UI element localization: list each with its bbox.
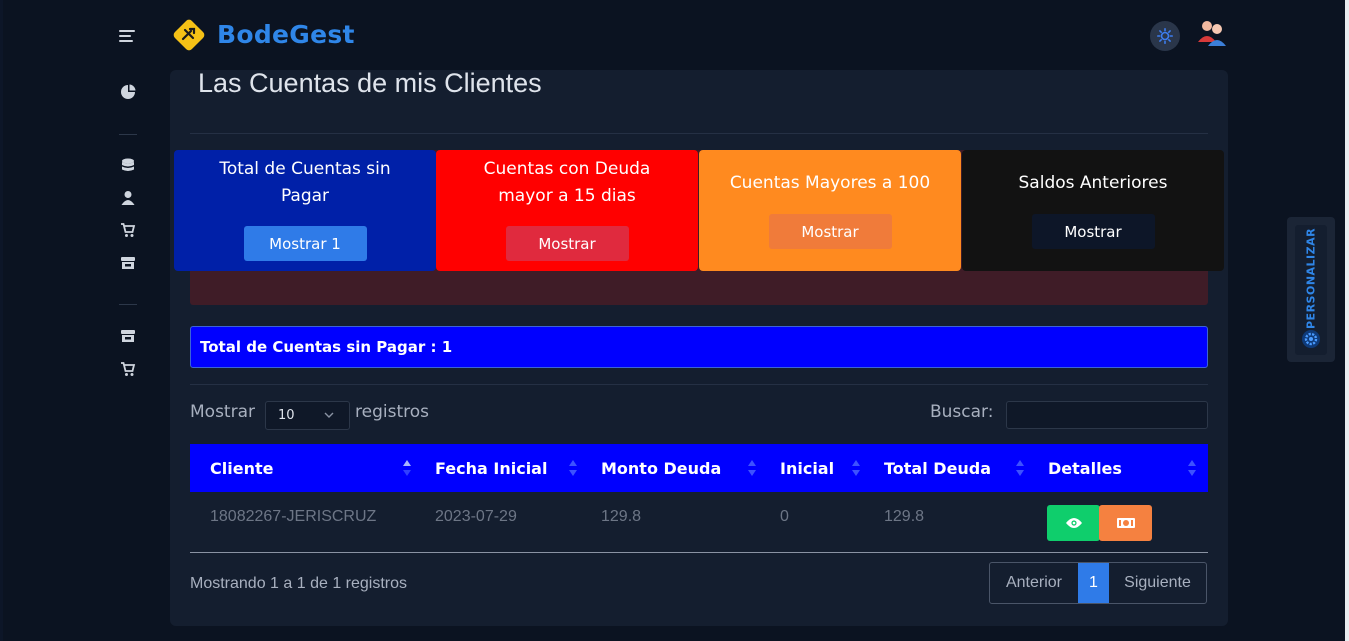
column-header-cliente[interactable]: Cliente [210,444,273,492]
show-unpaid-button[interactable]: Mostrar 1 [243,226,367,261]
user-avatar-icon[interactable] [1195,16,1229,50]
database-icon[interactable] [119,157,137,175]
column-header-total-deuda[interactable]: Total Deuda [884,444,991,492]
sort-icon[interactable] [851,459,861,477]
customize-label: PERSONALIZAR [1304,227,1318,329]
stat-title: Saldos Anteriores [1018,173,1168,193]
chevron-down-icon [324,412,334,418]
page-length-select[interactable]: 10 [265,401,350,430]
customize-panel-toggle[interactable]: PERSONALIZAR [1287,217,1335,362]
theme-toggle-button[interactable] [1150,21,1180,51]
sort-icon[interactable] [1187,459,1197,477]
store-icon[interactable] [119,327,137,345]
search-label: Buscar: [930,402,994,422]
title-divider [190,133,1208,134]
cell-total: 129.8 [884,508,925,525]
pagination: Anterior 1 Siguiente [989,562,1207,604]
sort-icon[interactable] [747,459,757,477]
sun-icon [1157,28,1173,44]
window-right-edge [1345,0,1349,641]
sort-icon[interactable] [568,459,578,477]
show-previous-balances-button[interactable]: Mostrar [1031,214,1155,249]
eye-icon [1065,518,1082,528]
stat-title: Total de Cuentas sin Pagar [219,159,391,206]
prev-page-button[interactable]: Anterior [990,563,1078,603]
sort-asc-icon[interactable] [402,459,412,477]
table-bottom-border [190,552,1208,553]
column-header-inicial[interactable]: Inicial [780,444,834,492]
records-label: registros [355,402,429,422]
cell-inicial: 0 [780,508,789,525]
store-icon[interactable] [119,254,137,272]
window-left-edge [0,0,3,641]
stat-card-overdue: Cuentas con Deuda mayor a 15 dias Mostra… [436,150,698,271]
column-header-detalles[interactable]: Detalles [1048,444,1122,492]
cell-monto: 129.8 [601,508,642,525]
table-header: Cliente Fecha Inicial Monto Deuda Inicia… [190,444,1208,492]
cart-icon[interactable] [119,221,137,239]
money-bill-icon [1116,518,1135,528]
section-divider [190,384,1208,385]
view-details-button[interactable] [1047,505,1100,541]
stat-title: Cuentas con Deuda mayor a 15 dias [483,159,651,206]
dashboard-chart-icon[interactable] [119,83,137,101]
column-header-fecha-inicial[interactable]: Fecha Inicial [435,444,547,492]
stat-card-unpaid: Total de Cuentas sin Pagar Mostrar 1 [174,150,436,271]
column-header-monto-deuda[interactable]: Monto Deuda [601,444,721,492]
stat-card-previous-balances: Saldos Anteriores Mostrar [962,150,1224,271]
user-icon[interactable] [119,189,137,207]
sidebar-divider [119,134,137,135]
brand-name[interactable]: BodeGest [217,20,355,49]
pay-button[interactable] [1099,505,1152,541]
show-label: Mostrar [190,402,255,422]
table-info: Mostrando 1 a 1 de 1 registros [190,575,408,592]
page-title: Las Cuentas de mis Clientes [198,68,542,98]
next-page-button[interactable]: Siguiente [1109,563,1206,603]
menu-toggle-icon[interactable] [119,30,135,44]
sidebar-divider [119,304,137,305]
stat-title: Cuentas Mayores a 100 [729,173,931,193]
stat-card-over-100: Cuentas Mayores a 100 Mostrar [699,150,961,271]
page-length-value: 10 [278,408,295,423]
cell-fecha: 2023-07-29 [435,508,517,525]
brand-logo-icon [172,18,206,52]
search-input[interactable] [1006,401,1208,429]
show-over-100-button[interactable]: Mostrar [768,214,892,249]
page-1-button[interactable]: 1 [1078,563,1109,603]
unpaid-total-banner: Total de Cuentas sin Pagar : 1 [190,326,1208,368]
sort-icon[interactable] [1015,459,1025,477]
cart-icon[interactable] [119,360,137,378]
cell-cliente: 18082267-JERISCRUZ [210,508,377,525]
gear-icon [1302,330,1320,348]
top-navbar: BodeGest [0,0,1345,70]
show-overdue-button[interactable]: Mostrar [505,226,629,261]
